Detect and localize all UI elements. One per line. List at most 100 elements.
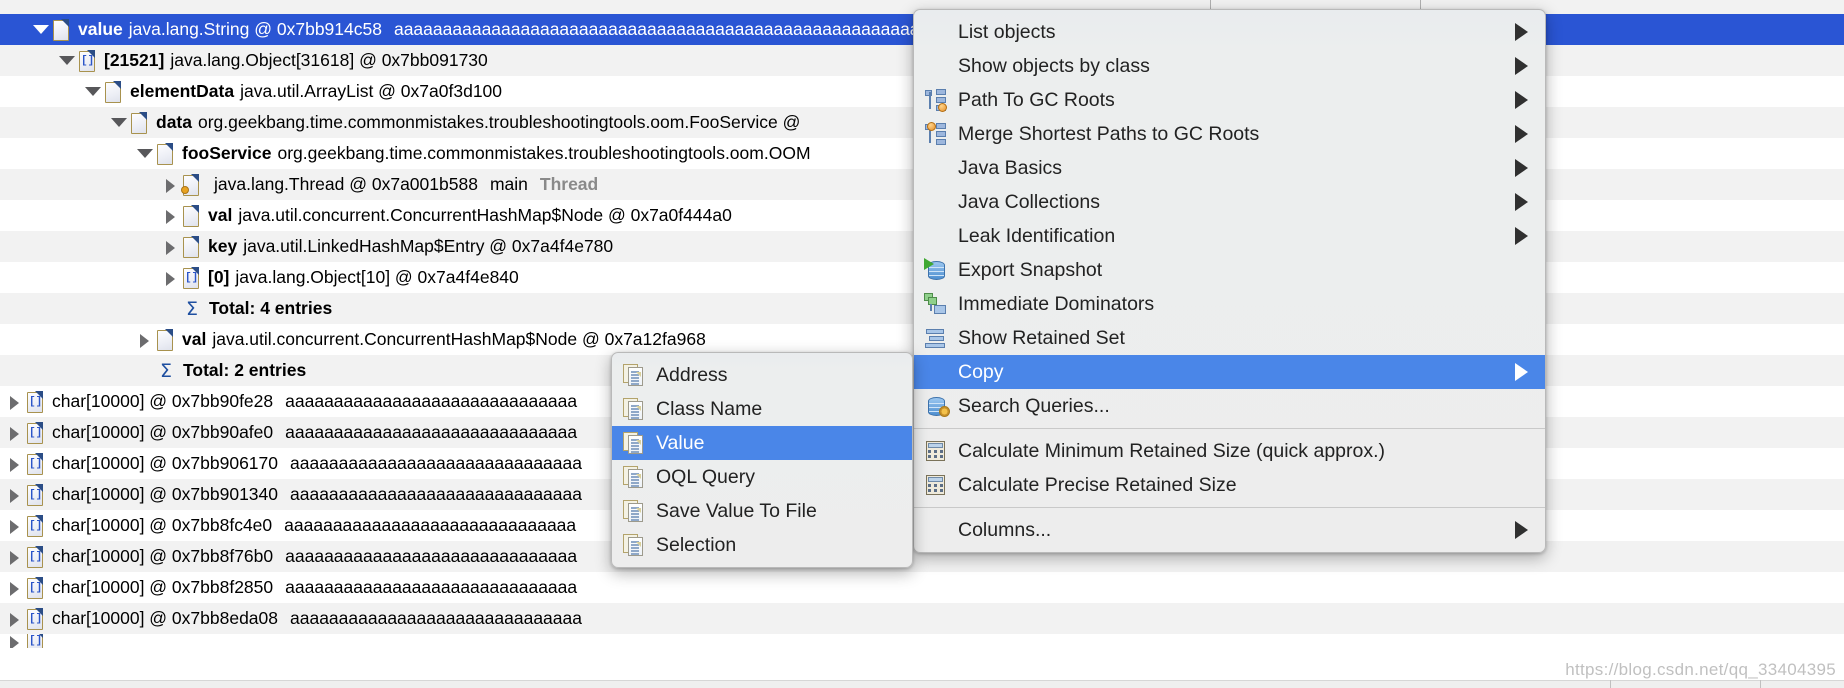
menu-item-merge-shortest-paths-to-gc-roots[interactable]: Merge Shortest Paths to GC Roots [914,117,1545,151]
expand-arrow-right-icon[interactable] [162,207,179,224]
menu-item-copy[interactable]: Copy [914,355,1545,389]
array-object-icon: [] [77,49,97,73]
menu-item-java-collections[interactable]: Java Collections [914,185,1545,219]
tree-row-type: java.lang.Thread @ 0x7a001b588 [214,174,478,195]
twisty-spacer [162,300,179,317]
expand-arrow-down-icon[interactable] [84,83,101,100]
expand-arrow-right-icon[interactable] [6,548,23,565]
expand-arrow-right-icon[interactable] [6,579,23,596]
menu-item-show-retained-set[interactable]: Show Retained Set [914,321,1545,355]
submenu-arrow-icon [1515,159,1531,177]
calculator-icon [924,439,950,463]
object-icon [181,204,201,228]
expand-arrow-right-icon[interactable] [6,455,23,472]
menu-item-export-snapshot[interactable]: Export Snapshot [914,253,1545,287]
twisty-spacer [136,362,153,379]
copy-doc-icon [622,533,648,557]
expand-arrow-down-icon[interactable] [110,114,127,131]
expand-arrow-right-icon[interactable] [6,424,23,441]
expand-arrow-down-icon[interactable] [58,52,75,69]
expand-arrow-right-icon[interactable] [6,486,23,503]
submenu-arrow-icon [1515,193,1531,211]
sigma-icon: Σ [181,298,203,320]
menu-item-calculate-precise-retained-size[interactable]: Calculate Precise Retained Size [914,468,1545,502]
menu-icon-spacer [924,54,950,78]
menu-item-search-queries[interactable]: Search Queries... [914,389,1545,423]
tree-row-value: aaaaaaaaaaaaaaaaaaaaaaaaaaaaaa [290,484,582,505]
tree-row-type: char[10000] @ 0x7bb90afe0 [52,422,273,443]
menu-icon-spacer [924,224,950,248]
array-object-icon: [] [25,452,45,476]
menu-item-label: Calculate Minimum Retained Size (quick a… [958,440,1531,463]
tree-row-value: aaaaaaaaaaaaaaaaaaaaaaaaaaaaaa [285,546,577,567]
menu-item-show-objects-by-class[interactable]: Show objects by class [914,49,1545,83]
menu-item-list-objects[interactable]: List objects [914,15,1545,49]
copy-doc-icon [622,431,648,455]
menu-item-label: OQL Query [656,466,898,489]
menu-item-label: Immediate Dominators [958,293,1531,316]
tree-row-name: elementData [130,81,234,102]
gc-root-object-icon [181,173,201,197]
expand-arrow-right-icon[interactable] [136,331,153,348]
bottom-separator [1610,680,1611,688]
search-queries-icon [924,394,950,418]
object-icon [103,80,123,104]
tree-row-type: char[10000] @ 0x7bb8f2850 [52,577,273,598]
tree-row-name: Total: 4 entries [209,298,332,319]
menu-item-calculate-minimum-retained-size-quick-approx[interactable]: Calculate Minimum Retained Size (quick a… [914,434,1545,468]
submenu-item-oql-query[interactable]: OQL Query [612,460,912,494]
spacer-icon [25,0,45,14]
copy-submenu[interactable]: Address Class Name Value OQL Query Save Valu… [611,352,913,568]
expand-arrow-right-icon[interactable] [162,269,179,286]
context-menu[interactable]: List objects Show objects by class Path To… [913,9,1546,553]
menu-separator [914,507,1545,508]
copy-doc-icon [622,499,648,523]
menu-item-label: Address [656,364,898,387]
expand-arrow-right-icon[interactable] [6,393,23,410]
tree-row-type: char[10000] @ 0x7bb8f76b0 [52,546,273,567]
expand-arrow-right-icon[interactable] [6,634,23,648]
menu-item-columns[interactable]: Columns... [914,513,1545,547]
expand-arrow-right-icon[interactable] [162,238,179,255]
menu-item-leak-identification[interactable]: Leak Identification [914,219,1545,253]
submenu-item-save-value-to-file[interactable]: Save Value To File [612,494,912,528]
menu-item-java-basics[interactable]: Java Basics [914,151,1545,185]
menu-item-path-to-gc-roots[interactable]: Path To GC Roots [914,83,1545,117]
submenu-item-class-name[interactable]: Class Name [612,392,912,426]
menu-icon-spacer [924,360,950,384]
tree-row-type: java.util.LinkedHashMap$Entry @ 0x7a4f4e… [243,236,613,257]
tree-row[interactable]: [] [0,634,1844,648]
bottom-band [0,680,1844,688]
submenu-arrow-icon [1515,363,1531,381]
submenu-item-address[interactable]: Address [612,358,912,392]
submenu-arrow-icon [1515,23,1531,41]
menu-item-label: Class Name [656,398,898,421]
menu-icon-spacer [924,190,950,214]
tree-row-name: [21521] [104,50,164,71]
expand-arrow-right-icon[interactable] [6,610,23,627]
menu-item-label: List objects [958,21,1491,44]
tree-row-type: java.util.concurrent.ConcurrentHashMap$N… [212,329,705,350]
tree-row[interactable]: []char[10000] @ 0x7bb8eda08aaaaaaaaaaaaa… [0,603,1844,634]
submenu-item-selection[interactable]: Selection [612,528,912,562]
tree-row[interactable]: []char[10000] @ 0x7bb8f2850aaaaaaaaaaaaa… [0,572,1844,603]
array-object-icon: [] [25,545,45,569]
submenu-item-value[interactable]: Value [612,426,912,460]
array-object-icon: [] [25,514,45,538]
tree-row-type: java.lang.String @ 0x7bb914c58 [129,19,382,40]
tree-row-type: char[10000] @ 0x7bb901340 [52,484,278,505]
menu-item-label: Copy [958,361,1491,384]
tree-row-type: char[10000] @ 0x7bb906170 [52,453,278,474]
menu-item-label: Export Snapshot [958,259,1531,282]
tree-row-name: fooService [182,143,271,164]
menu-item-label: Show objects by class [958,55,1491,78]
expand-arrow-right-icon[interactable] [6,517,23,534]
expand-arrow-right-icon[interactable] [162,176,179,193]
menu-item-label: Save Value To File [656,500,898,523]
tree-row-type: java.util.ArrayList @ 0x7a0f3d100 [240,81,502,102]
menu-icon-spacer [924,20,950,44]
menu-item-immediate-dominators[interactable]: Immediate Dominators [914,287,1545,321]
expand-arrow-down-icon[interactable] [32,21,49,38]
expand-arrow-down-icon[interactable] [136,145,153,162]
tree-row-gc-label: Thread [540,174,598,195]
